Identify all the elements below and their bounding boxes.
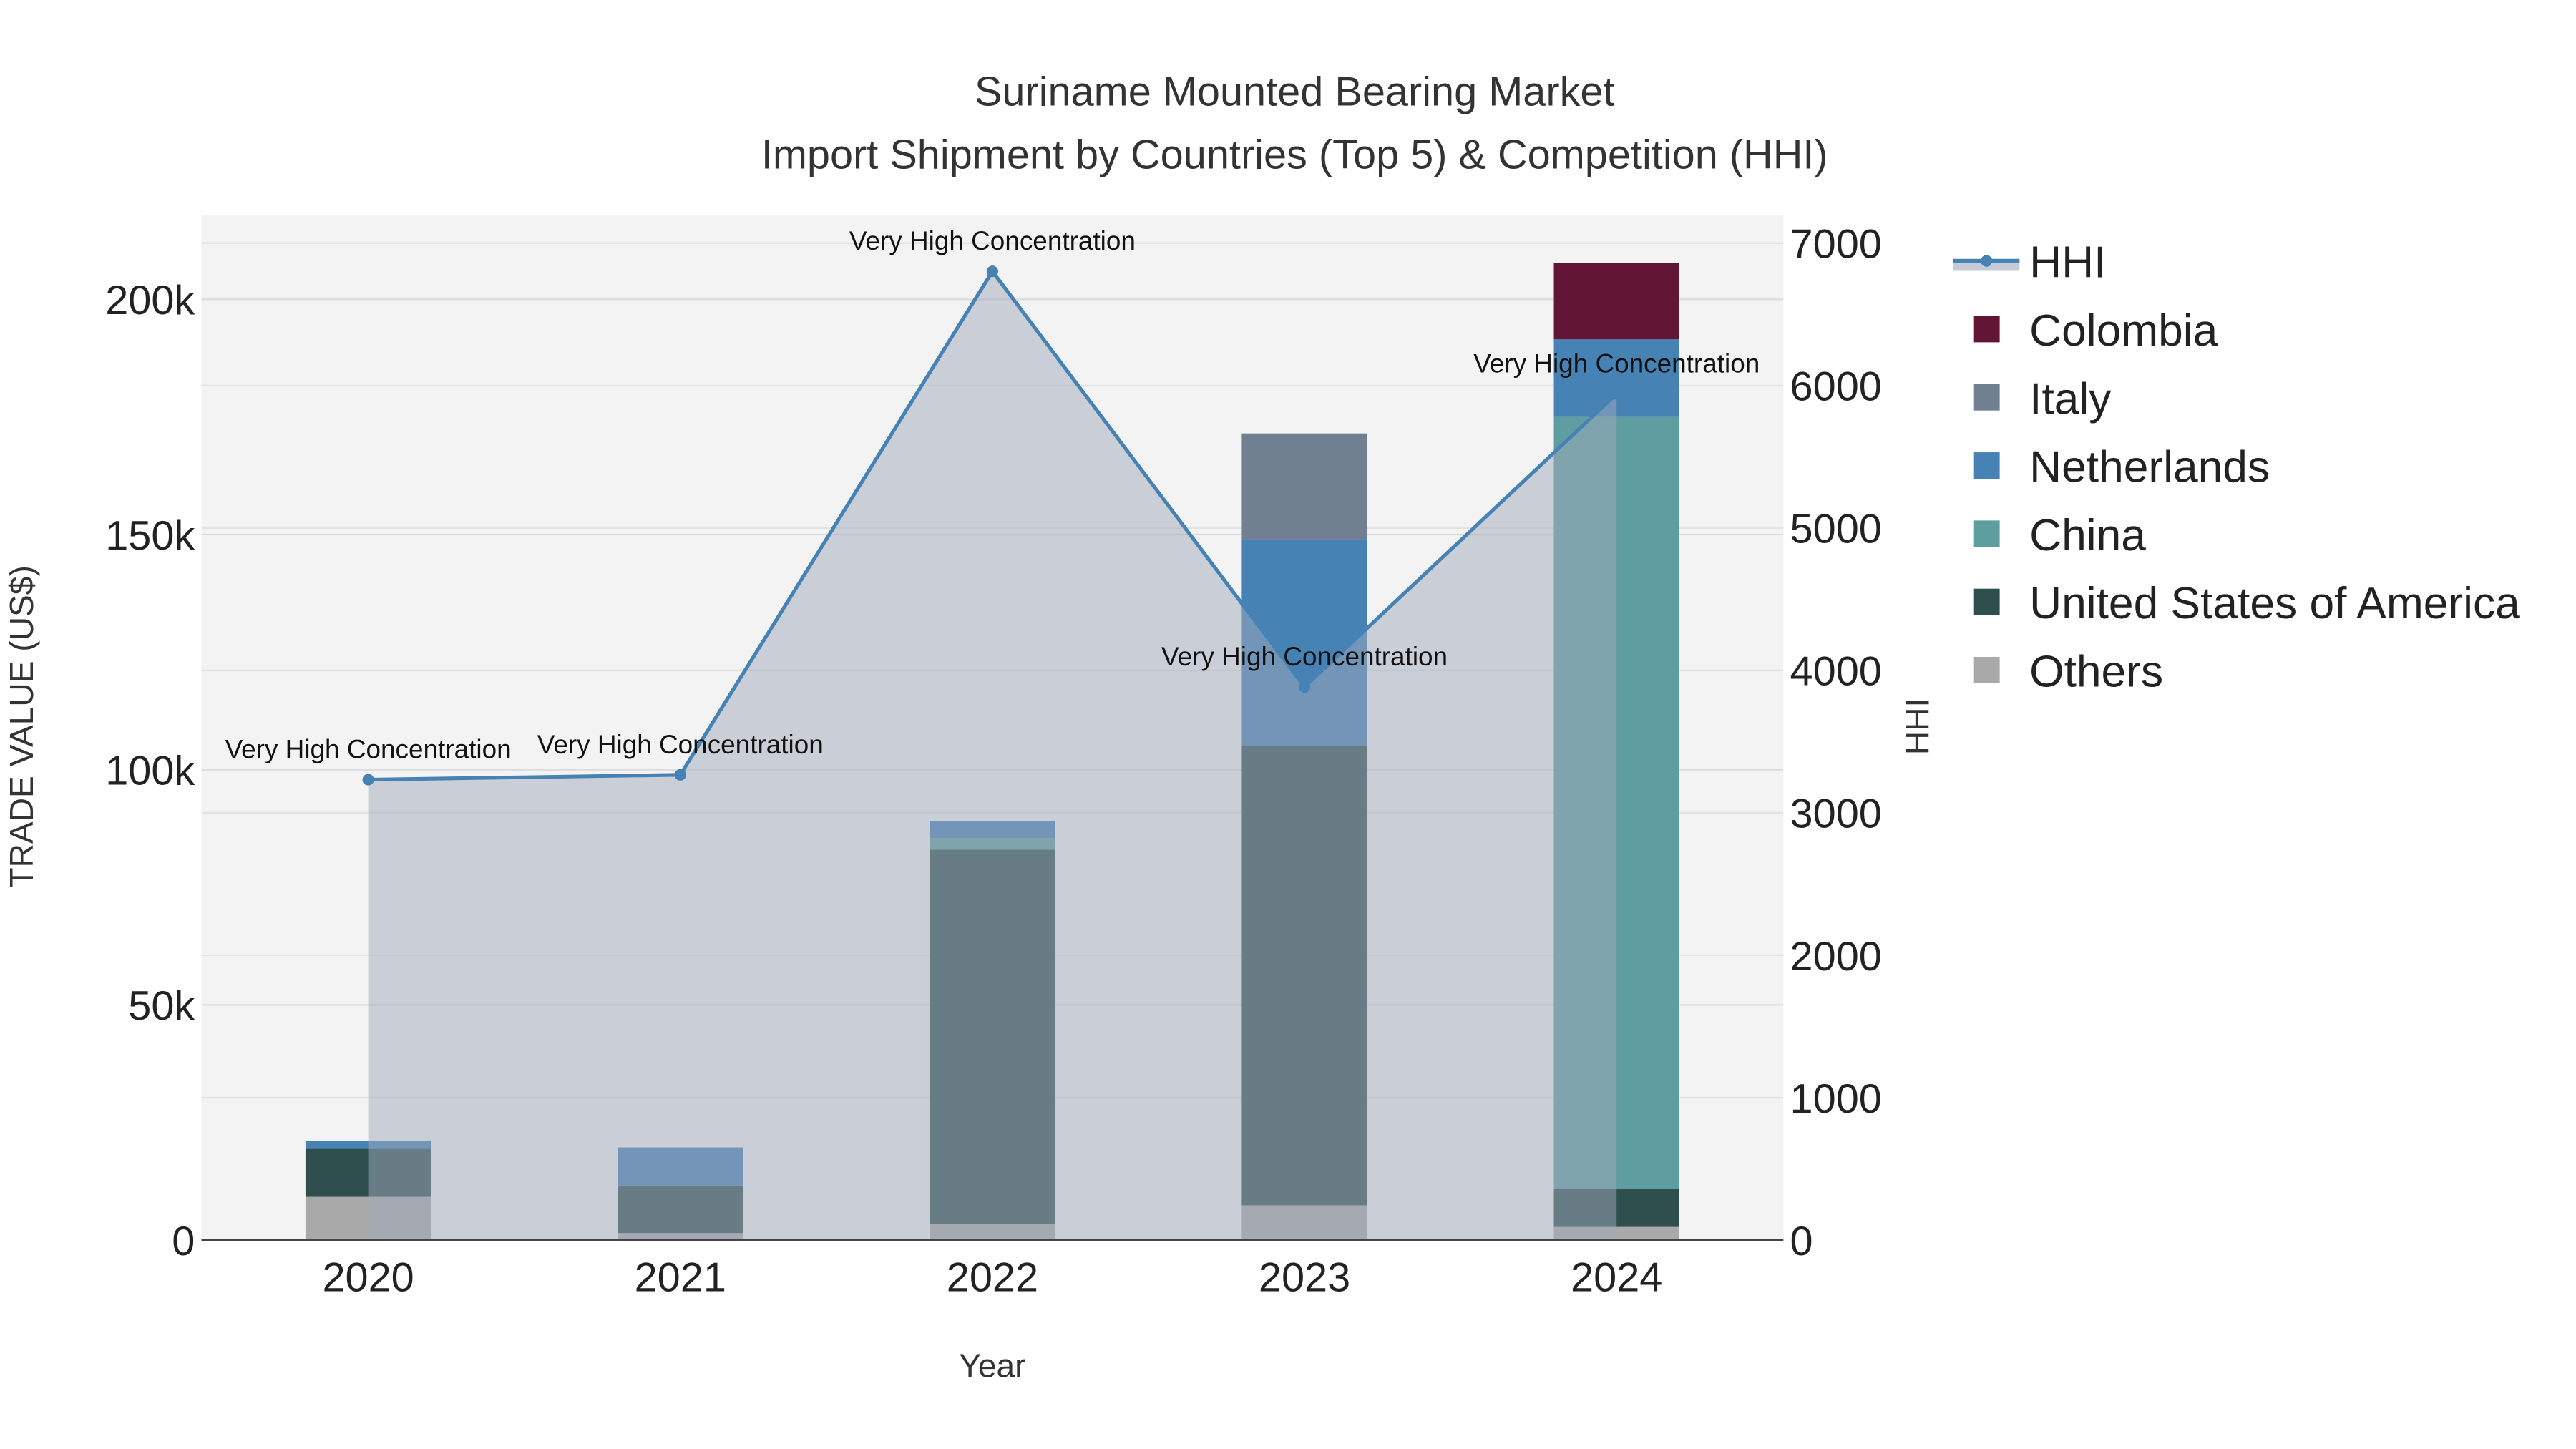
- legend-label: China: [2029, 511, 2146, 560]
- y2-tick-label: 1000: [1790, 1076, 1882, 1122]
- legend-label: Colombia: [2029, 306, 2218, 356]
- y-tick-label: 0: [172, 1219, 195, 1264]
- x-tick-label: 2024: [1571, 1255, 1662, 1301]
- legend-swatch: [1973, 316, 2000, 343]
- chart-title: Suriname Mounted Bearing Market: [975, 69, 1615, 115]
- legend-label: Others: [2029, 648, 2163, 697]
- y-tick-label: 50k: [128, 983, 195, 1029]
- y-axis-title: TRADE VALUE (US$): [3, 565, 40, 887]
- x-axis-title: Year: [959, 1347, 1025, 1385]
- x-tick-label: 2023: [1259, 1255, 1350, 1301]
- legend-marker: [1981, 255, 1993, 267]
- x-tick-label: 2020: [322, 1255, 414, 1301]
- chart: Very High Concentration Very High Concent…: [0, 0, 2576, 1449]
- legend-swatch: [1973, 520, 2000, 547]
- legend-item-united-states-of-america[interactable]: United States of America: [1973, 579, 2520, 628]
- y2-axis-title: HHI: [1898, 698, 1936, 755]
- hhi-annotation: Very High Concentration: [225, 735, 512, 764]
- hhi-annotation: Very High Concentration: [1473, 348, 1760, 378]
- hhi-annotation: Very High Concentration: [849, 226, 1136, 255]
- y2-tick-label: 0: [1790, 1219, 1813, 1264]
- legend-label: Italy: [2029, 374, 2112, 424]
- hhi-point-2023[interactable]: [1299, 680, 1311, 693]
- hhi-point-2020[interactable]: [362, 774, 374, 786]
- legend-label: Netherlands: [2029, 443, 2270, 492]
- y2-tick-label: 6000: [1790, 364, 1882, 410]
- y-tick-label: 200k: [105, 278, 195, 323]
- y2-tick-label: 7000: [1790, 222, 1882, 268]
- legend-swatch: [1973, 588, 2000, 615]
- legend-label: United States of America: [2029, 579, 2520, 628]
- y2-tick-label: 5000: [1790, 507, 1882, 552]
- x-tick-label: 2021: [635, 1255, 726, 1301]
- y2-tick-label: 2000: [1790, 934, 1882, 980]
- y2-tick-label: 3000: [1790, 791, 1882, 837]
- y-tick-label: 150k: [105, 513, 195, 559]
- legend-swatch: [1973, 657, 2000, 683]
- hhi-point-2021[interactable]: [674, 769, 686, 781]
- y-tick-label: 100k: [105, 748, 195, 794]
- legend-swatch: [1973, 384, 2000, 411]
- bar-colombia-2024[interactable]: [1553, 263, 1679, 340]
- hhi-annotation: Very High Concentration: [1161, 642, 1448, 671]
- bar-italy-2023[interactable]: [1241, 433, 1367, 540]
- legend-label: HHI: [2029, 238, 2106, 288]
- y2-tick-label: 4000: [1790, 649, 1882, 695]
- legend-swatch: [1973, 452, 2000, 479]
- hhi-point-2024[interactable]: [1611, 388, 1623, 400]
- hhi-annotation: Very High Concentration: [537, 730, 824, 759]
- hhi-point-2022[interactable]: [986, 265, 998, 278]
- chart-subtitle: Import Shipment by Countries (Top 5) & C…: [761, 132, 1828, 177]
- x-tick-label: 2022: [947, 1255, 1038, 1301]
